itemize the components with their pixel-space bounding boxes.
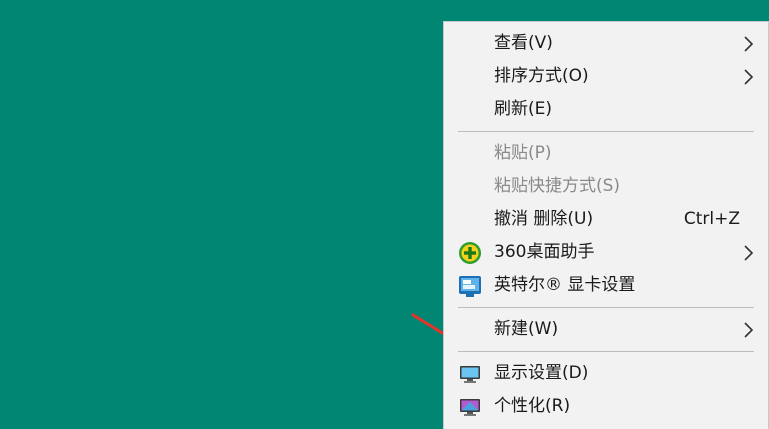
360-plus-icon <box>459 242 481 264</box>
menu-item-shortcut: Ctrl+Z <box>683 209 740 229</box>
menu-separator <box>458 131 754 132</box>
menu-item-sort-by[interactable]: 排序方式(O) <box>444 60 769 93</box>
menu-item-undo-delete[interactable]: 撤消 删除(U) Ctrl+Z <box>444 203 769 236</box>
intel-graphics-icon <box>459 276 481 297</box>
menu-item-360-desktop-assistant[interactable]: 360桌面助手 <box>444 236 769 269</box>
menu-item-display-settings[interactable]: 显示设置(D) <box>444 357 769 390</box>
menu-item-label: 撤消 删除(U) <box>494 209 594 229</box>
menu-item-new[interactable]: 新建(W) <box>444 313 769 346</box>
chevron-right-icon <box>744 69 754 85</box>
menu-item-label: 显示设置(D) <box>494 363 589 383</box>
menu-item-intel-graphics-settings[interactable]: 英特尔® 显卡设置 <box>444 269 769 302</box>
menu-separator <box>458 307 754 308</box>
menu-item-view[interactable]: 查看(V) <box>444 27 769 60</box>
chevron-right-icon <box>744 322 754 338</box>
desktop-background[interactable]: 查看(V) 排序方式(O) 刷新(E) 粘贴(P) 粘贴快捷方式(S) 撤消 删… <box>0 0 769 429</box>
menu-item-label: 英特尔® 显卡设置 <box>494 275 636 295</box>
menu-item-personalize[interactable]: 个性化(R) <box>444 390 769 423</box>
menu-item-label: 个性化(R) <box>494 396 571 416</box>
chevron-right-icon <box>744 36 754 52</box>
menu-item-label: 排序方式(O) <box>494 66 589 86</box>
menu-item-label: 粘贴(P) <box>494 143 552 163</box>
menu-item-label: 查看(V) <box>494 33 553 53</box>
display-monitor-icon <box>460 366 480 383</box>
personalize-monitor-icon <box>460 399 480 416</box>
menu-item-refresh[interactable]: 刷新(E) <box>444 93 769 126</box>
menu-item-label: 新建(W) <box>494 319 559 339</box>
desktop-context-menu: 查看(V) 排序方式(O) 刷新(E) 粘贴(P) 粘贴快捷方式(S) 撤消 删… <box>443 21 769 429</box>
menu-item-label: 360桌面助手 <box>494 242 595 262</box>
chevron-right-icon <box>744 245 754 261</box>
menu-item-label: 刷新(E) <box>494 99 553 119</box>
menu-item-label: 粘贴快捷方式(S) <box>494 176 621 196</box>
menu-separator <box>458 351 754 352</box>
menu-item-paste: 粘贴(P) <box>444 137 769 170</box>
menu-item-paste-shortcut: 粘贴快捷方式(S) <box>444 170 769 203</box>
